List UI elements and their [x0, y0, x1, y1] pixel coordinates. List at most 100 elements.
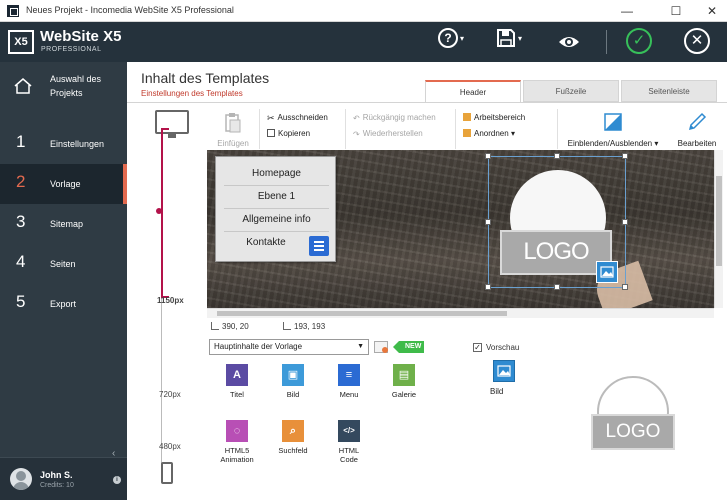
- home-icon: [14, 78, 32, 94]
- object-category-select[interactable]: Hauptinhalte der Vorlage ▼: [209, 339, 369, 355]
- menu-object[interactable]: Homepage Ebene 1 Allgemeine info Kontakt…: [215, 156, 336, 262]
- close-icon: ✕: [684, 28, 710, 54]
- resize-handle[interactable]: [485, 219, 491, 225]
- resolution-rail[interactable]: [145, 124, 185, 494]
- object-label: Galerie: [391, 390, 417, 399]
- tab-header[interactable]: Header: [425, 80, 521, 102]
- sidebar-item-home[interactable]: Auswahl des Projekts: [0, 62, 127, 124]
- check-icon: ✓: [626, 28, 652, 54]
- save-button[interactable]: ▾: [496, 28, 522, 56]
- object-html5-animation[interactable]: ◌ HTML5 Animation: [215, 420, 259, 464]
- show-hide-icon: [604, 113, 622, 131]
- object-menu[interactable]: ≡ Menu: [327, 364, 371, 399]
- selection-frame[interactable]: [485, 153, 628, 290]
- size-icon: [283, 322, 291, 330]
- close-project-button[interactable]: ✕: [684, 28, 710, 56]
- page-subtitle: Einstellungen des Templates: [141, 89, 243, 98]
- edit-label: Bearbeiten: [677, 139, 717, 148]
- window-title: Neues Projekt - Incomedia WebSite X5 Pro…: [26, 5, 234, 15]
- res-label-480[interactable]: 480px: [159, 442, 181, 451]
- size-readout: 193, 193: [283, 322, 325, 331]
- step-number: 3: [16, 212, 26, 231]
- animation-icon: ◌: [226, 420, 248, 442]
- object-store-button[interactable]: [374, 341, 388, 353]
- resize-handle[interactable]: [485, 284, 491, 290]
- arrange-icon: [463, 129, 471, 137]
- show-hide-button[interactable]: Einblenden/Ausblenden ▾: [563, 111, 663, 148]
- cut-label: Ausschneiden: [277, 113, 328, 122]
- code-icon: </>: [338, 420, 360, 442]
- user-panel[interactable]: John S. Credits: 10 i: [0, 457, 127, 500]
- object-image[interactable]: ▣ Bild: [271, 364, 315, 399]
- object-gallery[interactable]: ▤ Galerie: [382, 364, 426, 399]
- vertical-scrollbar[interactable]: [714, 150, 723, 308]
- resize-handle[interactable]: [622, 219, 628, 225]
- sidebar-item-label: Export: [50, 299, 77, 309]
- object-label: HTML Code: [338, 446, 360, 464]
- eye-icon: [559, 37, 579, 47]
- resize-handle[interactable]: [622, 153, 628, 159]
- mobile-view-icon[interactable]: [161, 462, 173, 484]
- edit-button[interactable]: Bearbeiten: [675, 111, 719, 148]
- workspace-label: Arbeitsbereich: [474, 113, 526, 122]
- confirm-button[interactable]: ✓: [626, 28, 652, 56]
- copy-button[interactable]: Kopieren: [267, 129, 310, 138]
- resize-handle[interactable]: [554, 284, 560, 290]
- scrollbar-thumb[interactable]: [217, 311, 507, 316]
- object-title[interactable]: A Titel: [215, 364, 259, 399]
- header-separator: [606, 30, 607, 54]
- workspace-icon: [463, 113, 471, 121]
- template-canvas[interactable]: Homepage Ebene 1 Allgemeine info Kontakt…: [207, 150, 714, 308]
- preview-button[interactable]: [558, 28, 580, 56]
- toolbar-separator: [259, 109, 260, 149]
- menu-item-level1: Ebene 1: [257, 191, 296, 202]
- sidebar-item-sitemap[interactable]: 3 Sitemap: [0, 204, 127, 244]
- toolbar-separator: [345, 109, 346, 149]
- step-number: 2: [16, 172, 26, 191]
- resize-handle[interactable]: [622, 284, 628, 290]
- preview-checkbox[interactable]: ✓: [473, 343, 482, 352]
- rail-handle[interactable]: [156, 208, 162, 214]
- window-close-button[interactable]: ✕: [698, 2, 726, 20]
- minimize-button[interactable]: —: [613, 2, 641, 20]
- toolbar-separator: [557, 109, 558, 149]
- res-label-1150[interactable]: 1150px: [157, 296, 184, 305]
- copy-label: Kopieren: [278, 129, 311, 138]
- tab-sidebar[interactable]: Seitenleiste: [621, 80, 717, 102]
- sidebar-item-pages[interactable]: 4 Seiten: [0, 244, 127, 284]
- undo-icon: ↶: [353, 114, 360, 123]
- tab-footer[interactable]: Fußzeile: [523, 80, 619, 102]
- object-label: Bild: [286, 390, 300, 399]
- search-icon: ⌕: [282, 420, 304, 442]
- info-icon[interactable]: i: [113, 476, 121, 484]
- res-label-720[interactable]: 720px: [159, 390, 181, 399]
- cut-button[interactable]: ✂ Ausschneiden: [267, 113, 328, 123]
- help-button[interactable]: ? ▾: [438, 28, 464, 56]
- step-number: 4: [16, 252, 26, 271]
- undo-button[interactable]: ↶ Rückgängig machen: [353, 113, 436, 123]
- new-badge: NEW: [392, 341, 425, 353]
- workspace-button[interactable]: Arbeitsbereich: [463, 113, 525, 122]
- sidebar-item-export[interactable]: 5 Export: [0, 284, 127, 324]
- step-number: 5: [16, 292, 26, 311]
- horizontal-scrollbar[interactable]: [207, 308, 714, 318]
- toolbar-separator: [455, 109, 456, 149]
- object-html-code[interactable]: </> HTML Code: [327, 420, 371, 464]
- paste-icon: [225, 113, 241, 133]
- undo-label: Rückgängig machen: [362, 113, 436, 122]
- object-search[interactable]: ⌕ Suchfeld: [271, 420, 315, 455]
- resize-handle[interactable]: [554, 153, 560, 159]
- redo-button[interactable]: ↷ Wiederherstellen: [353, 129, 423, 139]
- object-label: Suchfeld: [278, 446, 308, 455]
- resize-handle[interactable]: [485, 153, 491, 159]
- scrollbar-thumb[interactable]: [716, 176, 722, 266]
- arrange-button[interactable]: Anordnen ▾: [463, 129, 515, 138]
- position-readout: 390, 20: [211, 322, 249, 331]
- paste-button[interactable]: Einfügen: [213, 111, 253, 148]
- sidebar-item-settings[interactable]: 1 Einstellungen: [0, 124, 127, 164]
- rail-tick: [161, 128, 169, 130]
- sidebar-item-label: Einstellungen: [50, 139, 105, 149]
- maximize-button[interactable]: ☐: [662, 2, 690, 20]
- sidebar-item-template[interactable]: 2 Vorlage: [0, 164, 127, 204]
- window-title-bar: Neues Projekt - Incomedia WebSite X5 Pro…: [0, 0, 727, 22]
